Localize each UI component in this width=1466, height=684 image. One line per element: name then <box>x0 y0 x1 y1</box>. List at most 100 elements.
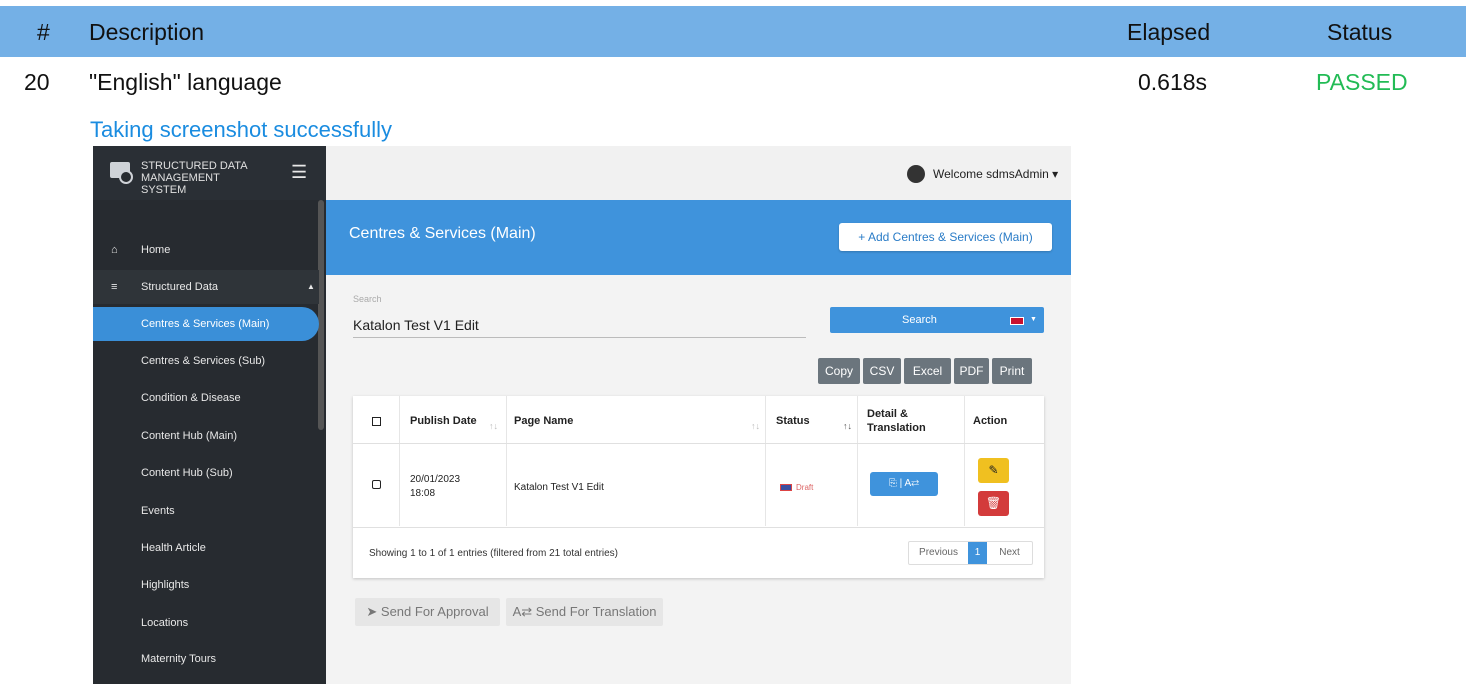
report-row: 20 "English" language 0.618s PASSED <box>0 57 1466 107</box>
sidebar-item-content-hub-sub[interactable]: Content Hub (Sub) <box>93 456 319 490</box>
home-icon: ⌂ <box>111 244 118 256</box>
status-text: Draft <box>796 483 814 492</box>
sort-icon[interactable]: ↑↓ <box>751 421 760 431</box>
divider <box>964 396 965 526</box>
app-screenshot: STRUCTURED DATA MANAGEMENT SYSTEM ☰ ⌂ Ho… <box>93 146 1071 684</box>
sidebar-item-label: Content Hub (Main) <box>141 430 237 442</box>
sidebar-item-label: Maternity Tours <box>141 653 216 665</box>
hamburger-menu-icon[interactable]: ☰ <box>291 162 307 183</box>
send-for-approval-button[interactable]: ➤ Send For Approval <box>355 598 500 626</box>
pdf-button[interactable]: PDF <box>954 358 989 384</box>
sidebar-item-label: Centres & Services (Sub) <box>141 355 266 367</box>
sidebar-item-health-article[interactable]: Health Article <box>93 531 319 565</box>
page-title: Centres & Services (Main) <box>349 225 536 242</box>
uk-flag-icon <box>1010 317 1024 325</box>
page-name-cell: Katalon Test V1 Edit <box>514 482 604 493</box>
search-label: Search <box>353 294 382 304</box>
divider <box>857 396 858 526</box>
previous-page-button[interactable]: Previous <box>909 542 968 564</box>
divider <box>399 396 400 526</box>
detail-translation-button[interactable]: ⎘ | A⇄ <box>870 472 938 496</box>
header-action: Action <box>973 415 1008 427</box>
divider <box>506 396 507 526</box>
sort-asc-icon[interactable]: ↑↓ <box>843 421 852 431</box>
brand-line1: STRUCTURED DATA <box>141 160 248 172</box>
sidebar-item-label: Condition & Disease <box>141 392 241 404</box>
col-status: Status <box>1327 19 1393 45</box>
edit-icon: ✎ <box>988 463 999 477</box>
page-1-button[interactable]: 1 <box>968 542 987 564</box>
sidebar-item-events[interactable]: Events <box>93 494 319 528</box>
brand-text: STRUCTURED DATA MANAGEMENT SYSTEM <box>141 160 261 196</box>
user-avatar-icon[interactable] <box>907 165 925 183</box>
sidebar-item-locations[interactable]: Locations <box>93 606 319 640</box>
sidebar-item-maternity-tours[interactable]: Maternity Tours <box>93 642 319 676</box>
row-number: 20 <box>24 69 50 95</box>
user-menu[interactable]: Welcome sdmsAdmin ▾ <box>933 167 1058 181</box>
publish-time: 18:08 <box>410 488 436 499</box>
print-button[interactable]: Print <box>992 358 1032 384</box>
caret-up-icon: ▲ <box>307 282 315 291</box>
search-button-label: Search <box>902 314 937 326</box>
translate-icon: A⇄ <box>512 604 536 619</box>
delete-button[interactable]: 🗑 <box>978 491 1009 516</box>
translate-icon: A⇄ <box>904 478 920 489</box>
page-header: Centres & Services (Main) + Add Centres … <box>326 200 1071 275</box>
sidebar-group-structured-data[interactable]: ≡ Structured Data ▲ <box>93 270 319 304</box>
send-for-translation-button[interactable]: A⇄ Send For Translation <box>506 598 663 626</box>
publish-date: 20/01/2023 <box>410 474 461 485</box>
sidebar-item-label: Locations <box>141 617 189 629</box>
sidebar-item-highlights[interactable]: Highlights <box>93 568 319 602</box>
row-checkbox[interactable] <box>372 480 381 489</box>
sidebar-item-centres-services-sub[interactable]: Centres & Services (Sub) <box>93 344 319 378</box>
database-icon: ≡ <box>111 281 118 293</box>
publish-date-cell: 20/01/2023 18:08 <box>410 473 460 501</box>
sidebar-item-condition-disease[interactable]: Condition & Disease <box>93 381 319 415</box>
pagination: Previous 1 Next <box>908 541 1033 565</box>
search-button[interactable]: Search ▼ <box>830 307 1044 333</box>
excel-button[interactable]: Excel <box>904 358 951 384</box>
next-page-button[interactable]: Next <box>987 542 1032 564</box>
header-detail-line2: Translation <box>867 422 926 434</box>
data-table: Publish Date ↑↓ Page Name ↑↓ Status ↑↓ D… <box>353 396 1044 578</box>
sidebar-item-label: Home <box>141 244 171 256</box>
top-bar: Welcome sdmsAdmin ▾ <box>326 146 1071 200</box>
sidebar: STRUCTURED DATA MANAGEMENT SYSTEM ☰ ⌂ Ho… <box>93 146 326 684</box>
header-publish-date[interactable]: Publish Date <box>410 415 477 463</box>
add-button-label: Add Centres & Services (Main) <box>867 230 1033 244</box>
sidebar-item-label: Highlights <box>141 579 190 591</box>
col-description: Description <box>89 19 205 45</box>
select-all-checkbox[interactable] <box>372 417 381 426</box>
col-elapsed: Elapsed <box>1127 19 1211 45</box>
copy-button[interactable]: Copy <box>818 358 860 384</box>
folder-gear-icon <box>110 162 133 184</box>
add-centres-services-button[interactable]: + Add Centres & Services (Main) <box>839 223 1052 251</box>
sidebar-item-label: Content Hub (Sub) <box>141 467 233 479</box>
uk-flag-icon <box>780 484 792 492</box>
sidebar-item-label: Centres & Services (Main) <box>141 318 270 330</box>
trash-icon: 🗑 <box>985 496 1002 510</box>
csv-button[interactable]: CSV <box>863 358 901 384</box>
header-detail-line1: Detail & <box>867 408 908 420</box>
sidebar-item-label: Structured Data <box>141 281 219 293</box>
row-status: PASSED <box>1316 69 1408 95</box>
send-icon: ➤ <box>366 604 381 619</box>
report-header: # Description Elapsed Status <box>0 6 1466 57</box>
sort-icon[interactable]: ↑↓ <box>489 421 498 431</box>
welcome-text: Welcome sdmsAdmin <box>933 167 1049 181</box>
sidebar-item-content-hub-main[interactable]: Content Hub (Main) <box>93 419 319 453</box>
search-input[interactable] <box>353 312 806 338</box>
col-number: # <box>37 19 50 45</box>
sidebar-item-centres-services-main[interactable]: Centres & Services (Main) <box>93 307 319 341</box>
sidebar-item-label: Events <box>141 505 175 517</box>
chevron-down-icon: ▼ <box>1030 316 1037 323</box>
brand: STRUCTURED DATA MANAGEMENT SYSTEM ☰ <box>93 146 326 200</box>
header-status[interactable]: Status <box>776 415 810 463</box>
screenshot-link[interactable]: Taking screenshot successfully <box>90 117 392 143</box>
table-info: Showing 1 to 1 of 1 entries (filtered fr… <box>369 548 619 559</box>
row-elapsed: 0.618s <box>1138 69 1208 95</box>
sidebar-item-home[interactable]: ⌂ Home <box>93 233 319 267</box>
divider <box>353 527 1044 528</box>
header-page-name[interactable]: Page Name <box>514 415 573 463</box>
edit-button[interactable]: ✎ <box>978 458 1009 483</box>
